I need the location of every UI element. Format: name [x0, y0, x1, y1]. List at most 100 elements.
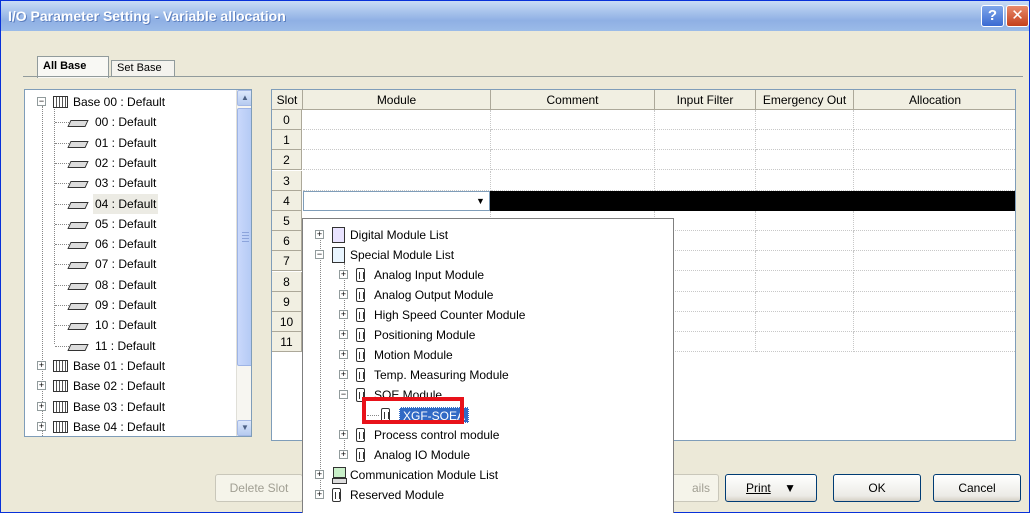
- tab-set-base[interactable]: Set Base: [111, 60, 175, 77]
- expander-icon[interactable]: −: [315, 250, 324, 259]
- delete-slot-button[interactable]: Delete Slot: [215, 474, 303, 502]
- col-allocation[interactable]: Allocation: [854, 90, 1015, 110]
- grid-cell[interactable]: [854, 150, 1015, 171]
- expander-icon[interactable]: +: [339, 290, 348, 299]
- grid-cell[interactable]: [303, 150, 491, 171]
- grid-cell[interactable]: [756, 150, 854, 171]
- grid-cell[interactable]: [756, 170, 854, 191]
- scroll-thumb[interactable]: [237, 108, 251, 366]
- grid-cell[interactable]: [491, 150, 655, 171]
- expander-icon[interactable]: +: [315, 230, 324, 239]
- expander-icon[interactable]: +: [339, 450, 348, 459]
- module-tree-item[interactable]: + Analog Output Module: [303, 285, 673, 305]
- grid-cell[interactable]: [756, 291, 854, 312]
- grid-row[interactable]: 1: [272, 130, 1015, 151]
- module-tree-item[interactable]: + High Speed Counter Module: [303, 305, 673, 325]
- grid-cell[interactable]: [655, 110, 756, 130]
- grid-cell[interactable]: [756, 332, 854, 353]
- module-tree-item[interactable]: + Communication Module List: [303, 465, 673, 485]
- col-slot[interactable]: Slot: [272, 90, 303, 110]
- grid-row[interactable]: 2: [272, 150, 1015, 171]
- col-emergency-out[interactable]: Emergency Out: [756, 90, 854, 110]
- module-combo[interactable]: ▼: [303, 190, 490, 211]
- tree-base-item[interactable]: + Base 02 : Default: [25, 376, 235, 396]
- module-tree-item[interactable]: + Reserved Module: [303, 485, 673, 505]
- grid-cell[interactable]: [655, 130, 756, 151]
- grid-cell[interactable]: [655, 170, 756, 191]
- tree-slot-item[interactable]: 00 : Default: [25, 112, 235, 132]
- expander-icon[interactable]: +: [339, 270, 348, 279]
- grid-cell[interactable]: [756, 271, 854, 292]
- grid-cell[interactable]: [756, 251, 854, 272]
- close-button[interactable]: ✕: [1006, 5, 1029, 27]
- grid-cell[interactable]: [303, 170, 491, 191]
- col-module[interactable]: Module: [303, 90, 491, 110]
- expander-icon[interactable]: +: [315, 490, 324, 499]
- grid-row[interactable]: 0: [272, 110, 1015, 130]
- grid-row[interactable]: 4 ▼: [272, 190, 1015, 211]
- chevron-down-icon[interactable]: ▼: [473, 194, 488, 209]
- grid-cell[interactable]: [854, 332, 1015, 353]
- tree-base-item[interactable]: + Base 01 : Default: [25, 356, 235, 376]
- module-tree-item[interactable]: + Process control module: [303, 425, 673, 445]
- module-dropdown-tree[interactable]: + Digital Module List − Special Module List…: [302, 218, 674, 513]
- grid-cell[interactable]: [491, 170, 655, 191]
- expander-icon[interactable]: +: [315, 470, 324, 479]
- grid-cell[interactable]: [854, 130, 1015, 151]
- expander-icon[interactable]: +: [37, 401, 46, 411]
- grid-cell[interactable]: [491, 130, 655, 151]
- tree-slot-item[interactable]: 11 : Default: [25, 336, 235, 356]
- grid-cell[interactable]: [756, 110, 854, 130]
- title-bar[interactable]: I/O Parameter Setting - Variable allocat…: [1, 1, 1029, 31]
- grid-cell[interactable]: [854, 211, 1015, 231]
- expander-icon[interactable]: +: [339, 330, 348, 339]
- module-tree-item[interactable]: + Digital Module List: [303, 225, 673, 245]
- tree-slot-item[interactable]: 03 : Default: [25, 173, 235, 193]
- grid-cell[interactable]: [756, 211, 854, 231]
- module-tree-item[interactable]: − SOE Module: [303, 385, 673, 405]
- expander-icon[interactable]: +: [37, 360, 46, 370]
- expander-icon[interactable]: +: [37, 421, 46, 431]
- grid-cell[interactable]: [854, 272, 1015, 292]
- module-tree-item[interactable]: XGF-SOEA: [303, 405, 673, 425]
- grid-cell[interactable]: [854, 312, 1015, 332]
- grid-cell[interactable]: [756, 312, 854, 332]
- cancel-button[interactable]: Cancel: [933, 474, 1021, 502]
- expander-icon[interactable]: +: [37, 381, 46, 391]
- tree-slot-item[interactable]: 06 : Default: [25, 234, 235, 254]
- col-input-filter[interactable]: Input Filter: [655, 90, 756, 110]
- tree-base-item[interactable]: + Base 04 : Default: [25, 417, 235, 436]
- grid-cell[interactable]: [854, 251, 1015, 272]
- tree-base-item[interactable]: − Base 00 : Default: [25, 92, 235, 112]
- expander-icon[interactable]: +: [339, 350, 348, 359]
- base-tree[interactable]: − Base 00 : Default 00 : Default 01 : Defau…: [24, 89, 252, 437]
- grid-cell[interactable]: [854, 292, 1015, 312]
- expander-icon[interactable]: +: [339, 370, 348, 379]
- scroll-down-icon[interactable]: ▼: [237, 420, 251, 436]
- grid-cell[interactable]: [303, 110, 491, 130]
- tree-slot-item[interactable]: 09 : Default: [25, 295, 235, 315]
- tab-all-base[interactable]: All Base: [37, 56, 109, 78]
- expander-icon[interactable]: +: [339, 430, 348, 439]
- grid-cell[interactable]: [756, 130, 854, 151]
- tree-slot-item[interactable]: 07 : Default: [25, 254, 235, 274]
- expander-icon[interactable]: −: [339, 390, 348, 399]
- module-tree-item[interactable]: + Motion Module: [303, 345, 673, 365]
- grid-cell[interactable]: [854, 171, 1015, 191]
- grid-cell[interactable]: [854, 110, 1015, 130]
- module-tree-item[interactable]: + Analog Input Module: [303, 265, 673, 285]
- module-tree-item[interactable]: − Special Module List: [303, 245, 673, 265]
- grid-cell[interactable]: [854, 231, 1015, 252]
- expander-icon[interactable]: +: [339, 310, 348, 319]
- tree-slot-item[interactable]: 01 : Default: [25, 133, 235, 153]
- tree-base-item[interactable]: + Base 03 : Default: [25, 397, 235, 417]
- print-button[interactable]: Print ▼: [725, 474, 817, 502]
- grid-cell[interactable]: [756, 231, 854, 252]
- tree-slot-item[interactable]: 05 : Default: [25, 214, 235, 234]
- tree-slot-item[interactable]: 10 : Default: [25, 315, 235, 335]
- col-comment[interactable]: Comment: [491, 90, 655, 110]
- tree-slot-item[interactable]: 02 : Default: [25, 153, 235, 173]
- module-tree-item[interactable]: + Temp. Measuring Module: [303, 365, 673, 385]
- expander-icon[interactable]: −: [37, 97, 46, 106]
- tree-slot-item[interactable]: 04 : Default: [25, 193, 235, 214]
